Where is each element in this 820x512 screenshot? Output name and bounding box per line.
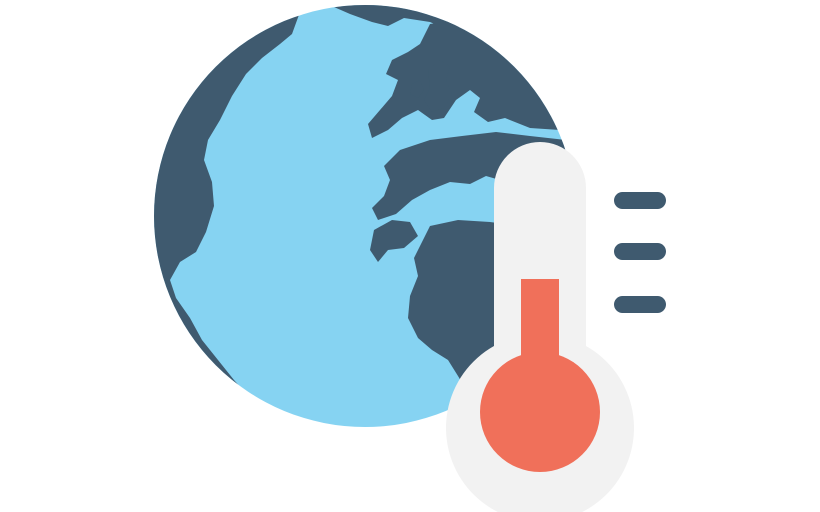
scale-tick [614, 243, 666, 260]
scale-tick [614, 296, 666, 313]
illustration-canvas [154, 5, 666, 512]
scale-tick [614, 192, 666, 209]
thermometer-bulb [480, 352, 600, 472]
temperature-scale-ticks [614, 192, 666, 313]
global-warming-illustration [0, 0, 820, 512]
